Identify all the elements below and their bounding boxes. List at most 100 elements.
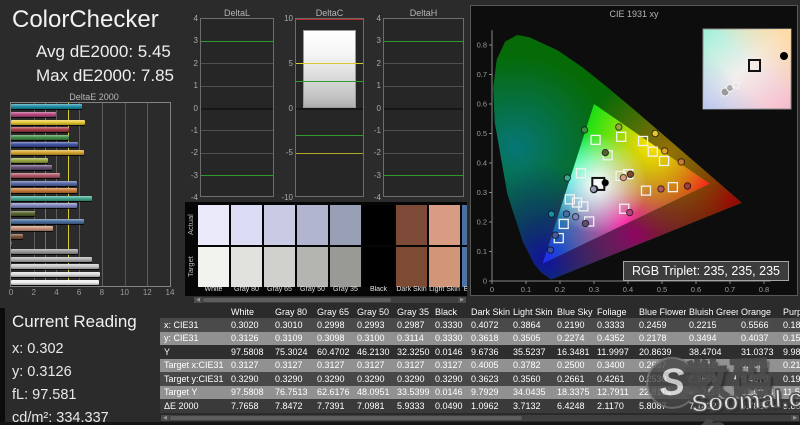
- table-row: Y 97.5808 75.3024 60.4702 46.2130 32.3250 0.01…: [160, 345, 800, 359]
- table-row: x: CIE31 0.3020 0.3010 0.2998 0.2993 0.2987 0.…: [160, 318, 800, 332]
- scroll-left-icon[interactable]: ◀: [194, 297, 202, 303]
- deltae-chart-title: DeltaE 2000: [69, 92, 119, 102]
- target-swatch-gray-65[interactable]: [264, 247, 295, 287]
- table-cell: 0.3618: [471, 333, 499, 344]
- target-swatch-blue-sky[interactable]: [462, 247, 467, 287]
- table-cell: 0.2530: [639, 373, 667, 384]
- measured-marker-black: [601, 179, 609, 187]
- table-cell: 0.2998: [317, 319, 345, 330]
- deltae-bar-white: [11, 279, 100, 285]
- table-cell: 0.4352: [597, 333, 625, 344]
- row-label: Y: [164, 346, 171, 357]
- deltae-bar-chart: DeltaE 2000 0 2 4 6 8 10 12 14: [8, 92, 180, 302]
- table-row: Target x:CIE31 0.3127 0.3127 0.3127 0.3127 0.…: [160, 358, 800, 372]
- swatch-label: Blue Sky: [463, 286, 467, 293]
- table-scrollbar[interactable]: ◀ ▶: [160, 414, 800, 422]
- actual-swatch-blue-sky[interactable]: [462, 205, 467, 245]
- actual-swatch-dark-skin[interactable]: [396, 205, 427, 245]
- current-reading-title: Current Reading: [12, 312, 137, 331]
- col-header-gray-50: Gray 50: [357, 306, 390, 317]
- actual-swatch-light-skin[interactable]: [429, 205, 460, 245]
- table-cell: 20.8639: [639, 346, 672, 357]
- target-swatch-gray-80[interactable]: [231, 247, 262, 287]
- x-tick-label: 0.8: [759, 285, 769, 294]
- deltae-bar-purple: [11, 165, 53, 171]
- actual-swatch-white[interactable]: [198, 205, 229, 245]
- table-cell: 11.9997: [597, 346, 629, 357]
- table-header-row: White Gray 80 Gray 65 Gray 50 Gray 35 Black Da…: [160, 305, 800, 318]
- target-swatch-white[interactable]: [198, 247, 229, 287]
- col-header-blue-flower: Blue Flower: [639, 306, 686, 317]
- table-cell: 3.7132: [513, 400, 541, 411]
- deltae-bar-orange-yellow: [11, 150, 84, 156]
- table-cell: 46.2130: [357, 346, 390, 357]
- actual-swatch-gray-80[interactable]: [231, 205, 262, 245]
- target-swatch-light-skin[interactable]: [429, 247, 460, 287]
- measured-marker-light-skin: [619, 173, 628, 182]
- actual-swatch-gray-50[interactable]: [297, 205, 328, 245]
- x-tick-label: 0.2: [555, 285, 565, 294]
- target-row-label: Target: [186, 256, 195, 278]
- swatch-scrollbar[interactable]: ◀ ▶: [193, 296, 467, 304]
- table-cell: 0.2987: [397, 319, 425, 330]
- measured-marker-red: [683, 182, 692, 190]
- table-cell: 97.5808: [231, 387, 264, 398]
- panel-deltac: [295, 18, 364, 197]
- actual-row-label: Actual: [186, 214, 195, 236]
- ref-line: [201, 40, 273, 42]
- table-cell: 32.3250: [397, 346, 430, 357]
- scroll-right-icon[interactable]: ▶: [791, 415, 799, 421]
- deltae-bar-light-skin: [11, 226, 54, 232]
- y-tick-label: -1: [373, 125, 381, 135]
- deltae-bar-cyan: [11, 104, 82, 110]
- x-tick-label: 0: [490, 285, 494, 294]
- actual-swatch-row: [198, 205, 467, 245]
- panel-deltal: [200, 18, 274, 197]
- panel-deltah: [383, 18, 464, 197]
- measured-marker-blue-flower: [571, 213, 580, 221]
- y-tick-label: -3: [190, 170, 198, 180]
- table-cell: 62.6176: [317, 387, 350, 398]
- target-swatch-black[interactable]: [363, 247, 394, 287]
- actual-swatch-black[interactable]: [363, 205, 394, 245]
- panel-title-deltal: DeltaL: [223, 8, 250, 18]
- actual-swatch-gray-35[interactable]: [330, 205, 361, 245]
- deltae-bar-blue-flower: [11, 203, 77, 209]
- table-cell: 7.1422: [689, 400, 717, 411]
- table-cell: 5.7866: [741, 400, 769, 411]
- ref-line: [384, 63, 463, 65]
- cie-1931-panel: 0 0.1 0.2 0.3 0.4 0.5 0.6 0.7 0.8 0 0.1 0.2 0.3 0.4 0.…: [470, 5, 798, 296]
- table-cell: 0.0146: [435, 346, 463, 357]
- row-label: x: CIE31: [164, 319, 199, 330]
- table-cell: 97.5808: [231, 346, 264, 357]
- table-cell: 0.3782: [513, 360, 541, 371]
- table-cell: 22.8114: [639, 387, 671, 398]
- table-cell: 0.3100: [357, 333, 385, 344]
- table-cell: 0.3653: [689, 373, 717, 384]
- y-tick-label: 2: [376, 58, 381, 68]
- target-swatch-gray-50[interactable]: [297, 247, 328, 287]
- target-swatch-gray-35[interactable]: [330, 247, 361, 287]
- actual-swatch-gray-65[interactable]: [264, 205, 295, 245]
- ref-line: [296, 19, 363, 20]
- table-cell: 0.3400: [597, 360, 625, 371]
- x-tick-label: 0.4: [623, 285, 633, 294]
- target-swatch-dark-skin[interactable]: [396, 247, 427, 287]
- inset-black-dot: [780, 52, 788, 60]
- ref-line: [201, 175, 273, 177]
- col-header-dark-skin: Dark Skin: [471, 306, 510, 317]
- table-cell: 34.0435: [513, 387, 546, 398]
- measured-marker-blue-sky: [562, 210, 571, 218]
- table-scrollbar-thumb[interactable]: [170, 416, 522, 420]
- col-header-black: Black: [435, 306, 458, 317]
- x-tick-label: 2: [31, 288, 36, 297]
- scroll-right-icon[interactable]: ▶: [458, 297, 466, 303]
- col-header-white: White: [231, 306, 255, 317]
- measurement-table: White Gray 80 Gray 65 Gray 50 Gray 35 Black Da…: [160, 305, 800, 414]
- scroll-left-icon[interactable]: ◀: [161, 415, 169, 421]
- y-tick-label: 5: [288, 58, 293, 68]
- table-cell: 0.3126: [231, 333, 259, 344]
- swatch-scrollbar-thumb[interactable]: [203, 298, 391, 302]
- measured-marker-cyan: [547, 210, 556, 218]
- table-cell: 0.4005: [471, 360, 499, 371]
